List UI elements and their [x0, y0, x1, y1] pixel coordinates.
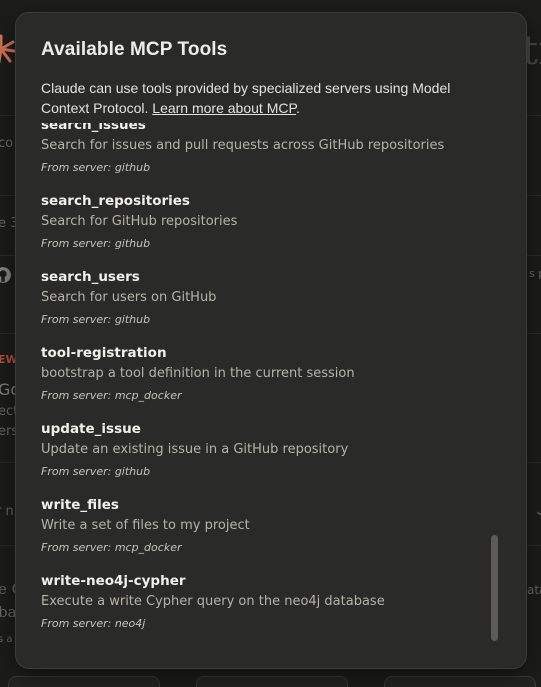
- tool-item: write_files Write a set of files to my p…: [41, 497, 481, 573]
- background-text: s pr: [529, 267, 541, 280]
- tool-description: Search for GitHub repositories: [41, 214, 238, 229]
- claude-starburst-icon: [0, 34, 16, 64]
- dialog-description: Claude can use tools provided by special…: [41, 78, 501, 118]
- github-icon: [0, 267, 11, 283]
- tool-name: write-neo4j-cypher: [41, 573, 186, 589]
- tool-description: Execute a write Cypher query on the neo4…: [41, 594, 385, 609]
- tool-description: Search for users on GitHub: [41, 290, 217, 305]
- mcp-tools-dialog: search_issues Search for issues and pull…: [15, 12, 527, 669]
- tool-server: From server: mcp_docker: [41, 389, 182, 402]
- tool-description: Update an existing issue in a GitHub rep…: [41, 442, 349, 457]
- tool-server: From server: github: [41, 237, 151, 250]
- dialog-header: Available MCP Tools Claude can use tools…: [16, 13, 526, 123]
- tool-name: tool-registration: [41, 345, 167, 361]
- tool-description: bootstrap a tool definition in the curre…: [41, 366, 355, 381]
- chevron-down-icon: ⌄: [534, 503, 541, 519]
- tool-item: search_repositories Search for GitHub re…: [41, 193, 481, 269]
- scrollbar-thumb[interactable]: [491, 535, 498, 641]
- background-text: s a: [0, 634, 13, 645]
- tool-item: write-neo4j-cypher Execute a write Cyphe…: [41, 573, 481, 649]
- background-text: r n: [0, 504, 14, 519]
- tool-server: From server: neo4j: [41, 617, 146, 630]
- tool-server: From server: github: [41, 161, 151, 174]
- background-text: co: [0, 136, 14, 151]
- tool-item: search_issues Search for issues and pull…: [41, 117, 481, 193]
- background-card: [384, 676, 536, 687]
- tool-name: search_repositories: [41, 193, 190, 209]
- tool-description: Search for issues and pull requests acro…: [41, 138, 445, 153]
- background-text: ata: [527, 583, 541, 597]
- tool-server: From server: mcp_docker: [41, 541, 182, 554]
- tool-server: From server: github: [41, 465, 151, 478]
- tool-item: search_users Search for users on GitHub …: [41, 269, 481, 345]
- tool-name: search_users: [41, 269, 140, 285]
- background-card: [8, 676, 160, 687]
- tool-name: write_files: [41, 497, 119, 513]
- learn-more-link[interactable]: Learn more about MCP: [152, 100, 296, 116]
- tool-description: Write a set of files to my project: [41, 518, 250, 533]
- background-card: [196, 676, 348, 687]
- tool-name: update_issue: [41, 421, 141, 437]
- tool-server: From server: github: [41, 313, 151, 326]
- scrollbar[interactable]: [491, 133, 499, 648]
- dialog-title: Available MCP Tools: [41, 39, 228, 60]
- description-period: .: [296, 100, 300, 116]
- tool-item: tool-registration bootstrap a tool defin…: [41, 345, 481, 421]
- tool-item: update_issue Update an existing issue in…: [41, 421, 481, 497]
